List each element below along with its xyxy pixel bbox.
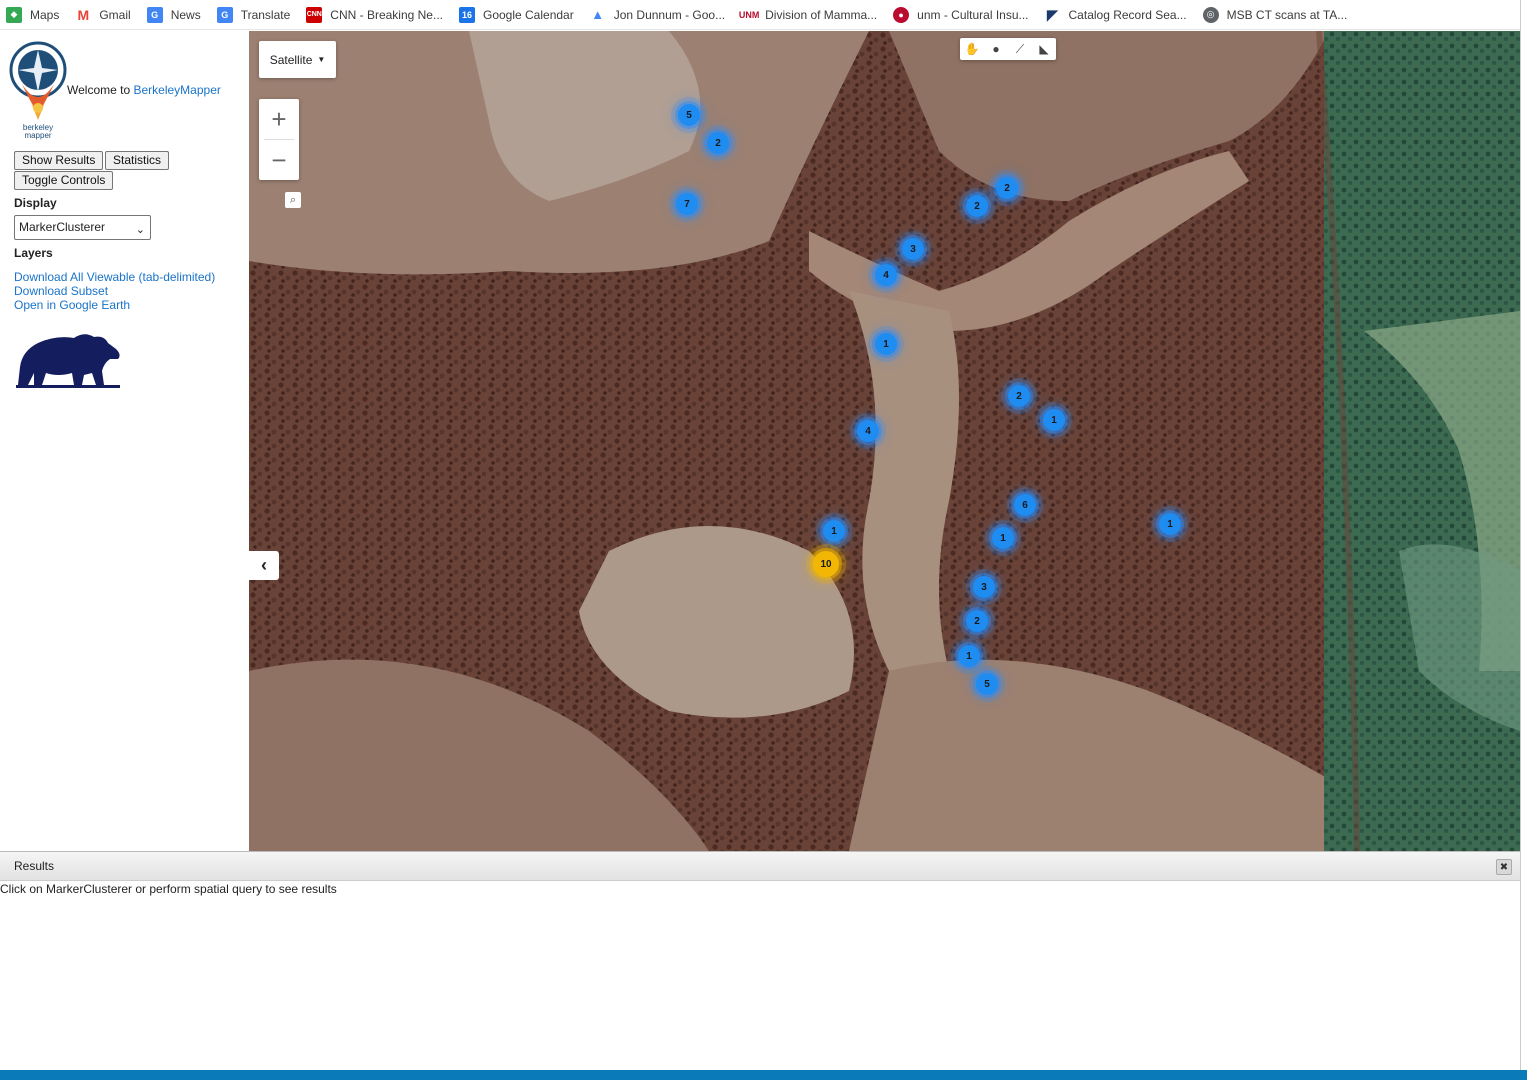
marker-cluster[interactable]: 2 bbox=[707, 132, 729, 154]
results-title: Results bbox=[14, 859, 55, 873]
results-panel: Results ✖ Click on MarkerClusterer or pe… bbox=[0, 851, 1520, 1071]
bookmark-translate[interactable]: G Translate bbox=[216, 6, 291, 23]
marker-cluster[interactable]: 2 bbox=[996, 177, 1018, 199]
google-earth-link[interactable]: Open in Google Earth bbox=[14, 298, 130, 312]
bookmark-division[interactable]: UNM Division of Mamma... bbox=[739, 6, 878, 23]
results-header: Results ✖ bbox=[0, 852, 1520, 881]
welcome-prefix: Welcome to bbox=[67, 83, 131, 97]
marker-cluster[interactable]: 3 bbox=[902, 238, 924, 260]
bookmark-label: Google Calendar bbox=[482, 7, 574, 22]
bookmark-drive[interactable]: ▲ Jon Dunnum - Goo... bbox=[589, 6, 726, 23]
news-icon: G bbox=[146, 6, 163, 23]
hand-icon[interactable]: ✋ bbox=[960, 38, 984, 60]
caret-down-icon: ▼ bbox=[317, 55, 326, 64]
berkeleymapper-logo: berkeley mapper bbox=[9, 41, 67, 140]
polygon-icon[interactable]: ◣ bbox=[1032, 38, 1056, 60]
unm-red-icon: ● bbox=[893, 6, 910, 23]
bookmark-label: Maps bbox=[30, 7, 60, 22]
bookmark-unm[interactable]: ● unm - Cultural Insu... bbox=[893, 6, 1029, 23]
zoom-in-button[interactable]: + bbox=[259, 99, 299, 139]
marker-cluster[interactable]: 6 bbox=[1014, 494, 1036, 516]
bookmark-label: Catalog Record Sea... bbox=[1068, 7, 1187, 22]
zoom-control: + − bbox=[259, 99, 299, 180]
results-message: Click on MarkerClusterer or perform spat… bbox=[0, 882, 337, 896]
map-type-dropdown[interactable]: Satellite ▼ bbox=[259, 41, 336, 78]
display-select-value: MarkerClusterer bbox=[19, 220, 106, 234]
bookmark-label: MSB CT scans at TA... bbox=[1226, 7, 1348, 22]
bookmark-calendar[interactable]: 16 Google Calendar bbox=[458, 6, 574, 23]
bookmark-label: Division of Mamma... bbox=[765, 7, 878, 22]
download-all-link[interactable]: Download All Viewable (tab-delimited) bbox=[14, 270, 215, 284]
marker-cluster[interactable]: 1 bbox=[992, 527, 1014, 549]
show-results-button[interactable]: Show Results bbox=[14, 151, 104, 170]
marker-cluster[interactable]: 5 bbox=[976, 673, 998, 695]
marker-cluster[interactable]: 3 bbox=[973, 576, 995, 598]
cal-bear-logo bbox=[16, 334, 120, 388]
marker-cluster[interactable]: 1 bbox=[823, 520, 845, 542]
cnn-icon: CNN bbox=[306, 6, 323, 23]
translate-icon: G bbox=[216, 6, 233, 23]
circle-icon[interactable]: ● bbox=[984, 38, 1008, 60]
marker-cluster[interactable]: 1 bbox=[1043, 409, 1065, 431]
satellite-imagery bbox=[249, 31, 1520, 851]
marker-cluster[interactable]: 2 bbox=[966, 195, 988, 217]
toggle-controls-button[interactable]: Toggle Controls bbox=[14, 171, 114, 190]
unm-icon: UNM bbox=[739, 6, 759, 23]
polyline-icon[interactable]: ⟋ bbox=[1008, 38, 1032, 60]
chevron-left-icon: ‹ bbox=[261, 555, 267, 575]
catalog-icon: ◤ bbox=[1044, 6, 1061, 24]
window-edge bbox=[1520, 0, 1527, 1070]
bookmark-label: Gmail bbox=[99, 7, 131, 22]
marker-cluster[interactable]: 4 bbox=[857, 420, 879, 442]
drive-icon: ▲ bbox=[589, 6, 606, 23]
map-canvas[interactable]: Satellite ▼ + − ⌕ ✋ ● ⟋ ◣ ‹ 5 2 7 2 2 3 … bbox=[249, 31, 1520, 851]
bookmark-news[interactable]: G News bbox=[146, 6, 201, 23]
taskbar bbox=[0, 1070, 1527, 1080]
marker-cluster[interactable]: 1 bbox=[1159, 513, 1181, 535]
bookmark-cnn[interactable]: CNN CNN - Breaking Ne... bbox=[306, 6, 443, 23]
bookmark-label: Jon Dunnum - Goo... bbox=[613, 7, 726, 22]
side-panel: berkeley mapper Welcome to BerkeleyMappe… bbox=[0, 31, 248, 851]
bookmark-label: News bbox=[170, 7, 201, 22]
berkeleymapper-link[interactable]: BerkeleyMapper bbox=[133, 83, 220, 97]
marker-cluster[interactable]: 7 bbox=[676, 193, 698, 215]
marker-cluster[interactable]: 2 bbox=[1008, 385, 1030, 407]
bookmark-msb[interactable]: ◎ MSB CT scans at TA... bbox=[1202, 6, 1348, 23]
collapse-panel-button[interactable]: ‹ bbox=[249, 551, 279, 580]
marker-cluster[interactable]: 4 bbox=[875, 264, 897, 286]
marker-cluster[interactable]: 2 bbox=[966, 610, 988, 632]
map-type-label: Satellite bbox=[269, 52, 313, 67]
bookmark-catalog[interactable]: ◤ Catalog Record Sea... bbox=[1044, 6, 1187, 24]
statistics-button[interactable]: Statistics bbox=[105, 151, 170, 170]
gmail-icon: M bbox=[75, 6, 92, 23]
bookmark-label: Translate bbox=[240, 7, 291, 22]
layers-label: Layers bbox=[14, 246, 53, 260]
zoom-select-icon[interactable]: ⌕ bbox=[285, 192, 301, 208]
bookmark-label: CNN - Breaking Ne... bbox=[330, 7, 443, 22]
display-label: Display bbox=[14, 196, 57, 210]
bookmarks-bar: ◆ Maps M Gmail G News G Translate CNN CN… bbox=[0, 0, 1520, 30]
marker-cluster[interactable]: 10 bbox=[813, 551, 839, 577]
svg-text:mapper: mapper bbox=[24, 131, 51, 140]
globe-icon: ◎ bbox=[1202, 6, 1219, 23]
marker-cluster[interactable]: 5 bbox=[678, 104, 700, 126]
bookmark-maps[interactable]: ◆ Maps bbox=[6, 6, 60, 23]
bookmark-label: unm - Cultural Insu... bbox=[917, 7, 1029, 22]
welcome-text: Welcome to BerkeleyMapper bbox=[67, 83, 221, 97]
zoom-out-button[interactable]: − bbox=[259, 140, 299, 180]
maps-icon: ◆ bbox=[6, 6, 22, 23]
bookmark-gmail[interactable]: M Gmail bbox=[75, 6, 131, 23]
marker-cluster[interactable]: 1 bbox=[875, 333, 897, 355]
close-icon[interactable]: ✖ bbox=[1496, 859, 1512, 875]
chevron-down-icon: ⌄ bbox=[135, 224, 145, 236]
marker-cluster[interactable]: 1 bbox=[958, 645, 980, 667]
calendar-icon: 16 bbox=[458, 6, 475, 23]
display-select[interactable]: MarkerClusterer ⌄ bbox=[14, 215, 151, 240]
drawing-toolbar: ✋ ● ⟋ ◣ bbox=[960, 38, 1056, 60]
download-subset-link[interactable]: Download Subset bbox=[14, 284, 108, 298]
